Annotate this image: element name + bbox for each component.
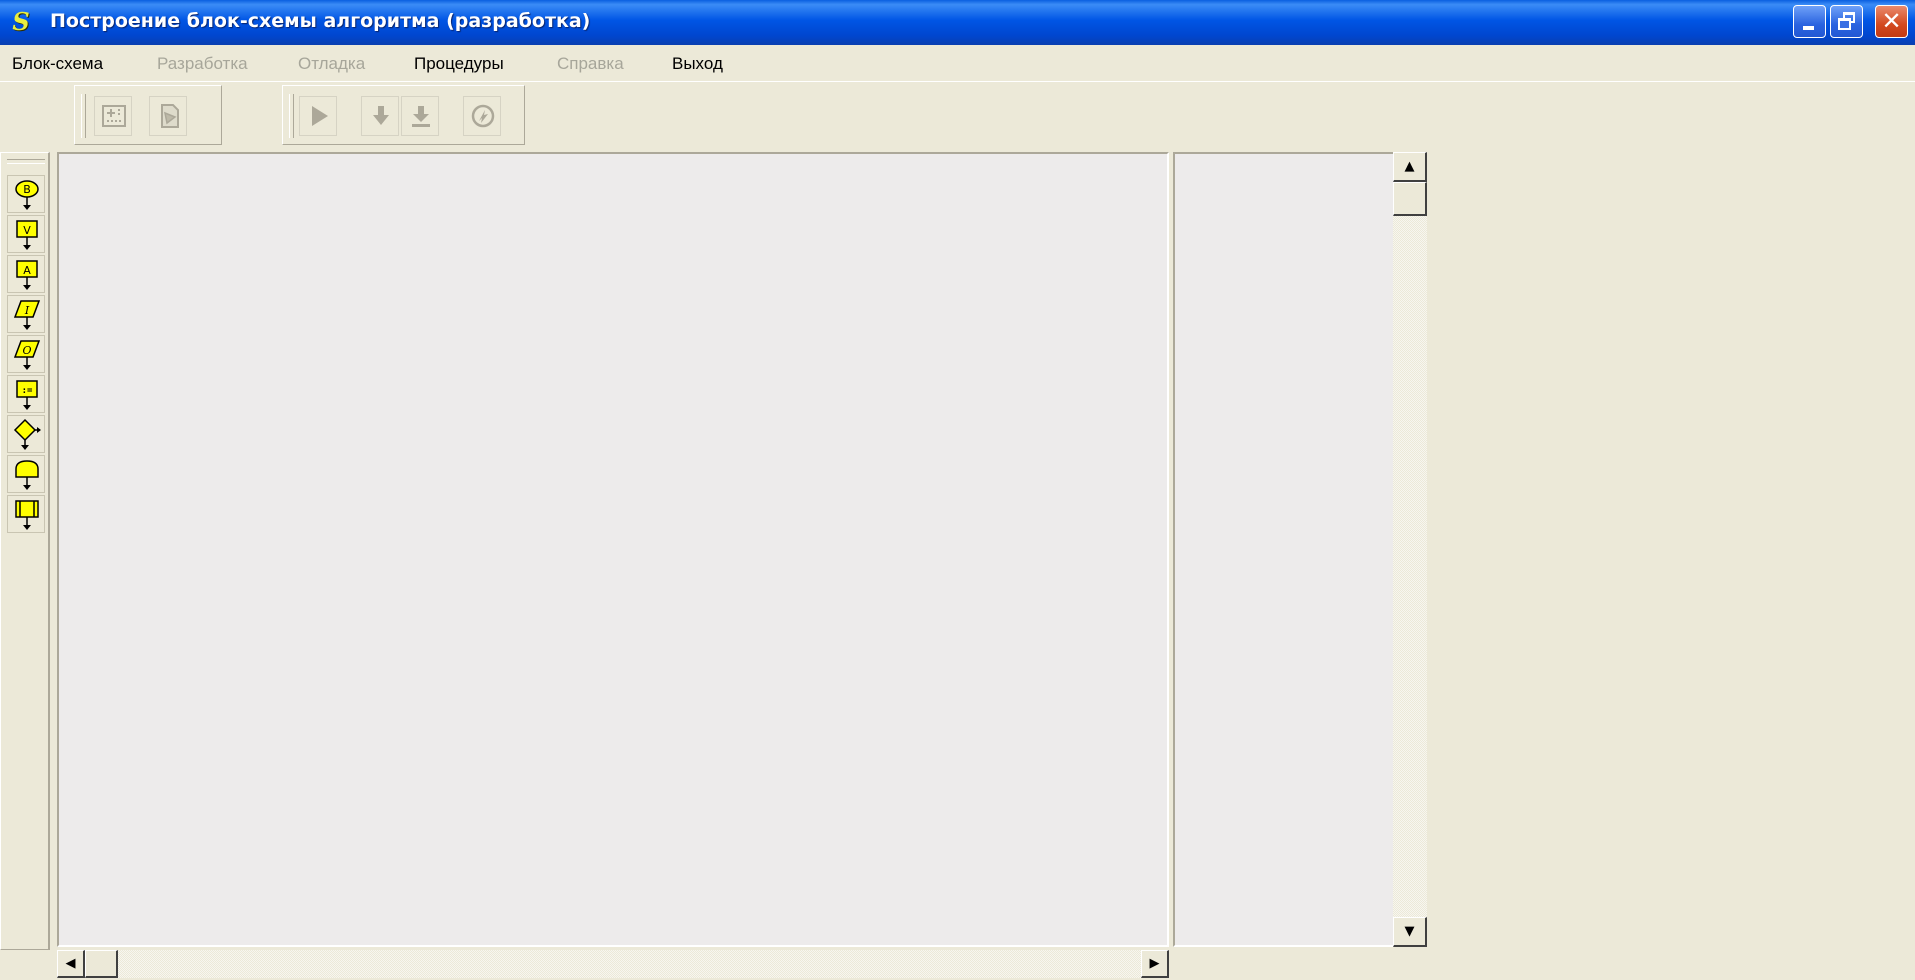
toolbar-group-debug: [282, 85, 525, 145]
vertical-scrollbar[interactable]: ▲ ▼: [1393, 152, 1427, 947]
document-button[interactable]: [149, 96, 187, 136]
input-block-button[interactable]: I: [7, 295, 45, 333]
step-over-icon: [412, 106, 430, 127]
scroll-up-icon: ▲: [1404, 159, 1415, 174]
run-icon: [312, 106, 328, 126]
minimize-button[interactable]: [1793, 5, 1826, 38]
toolbar-grip[interactable]: [81, 94, 86, 138]
close-button[interactable]: ✕: [1875, 5, 1908, 38]
stop-icon: [471, 104, 495, 128]
toolbar-grip[interactable]: [289, 94, 294, 138]
horizontal-scrollbar[interactable]: ◀ ▶: [57, 950, 1169, 978]
scroll-right-button[interactable]: ▶: [1141, 950, 1169, 978]
variables-block-icon: V: [16, 220, 38, 250]
menu-help[interactable]: Справка: [557, 54, 624, 74]
action-block-letter: A: [23, 264, 31, 277]
menu-debug[interactable]: Отладка: [298, 54, 365, 74]
scroll-left-icon: ◀: [65, 956, 76, 971]
scroll-left-button[interactable]: ◀: [57, 950, 85, 978]
scroll-down-icon: ▼: [1404, 924, 1415, 939]
assignment-block-letter: :=: [22, 386, 33, 396]
toolbar-group-edit: [74, 85, 222, 145]
procedure-block-button[interactable]: [7, 495, 45, 533]
window-title: Построение блок-схемы алгоритма (разрабо…: [50, 10, 591, 32]
assignment-block-button[interactable]: :=: [7, 375, 45, 413]
loop-block-icon: [15, 460, 39, 490]
input-block-icon: I: [13, 300, 41, 330]
run-button[interactable]: [299, 96, 337, 136]
output-block-letter: O: [22, 344, 31, 357]
variables-block-letter: V: [23, 224, 31, 237]
scroll-right-icon: ▶: [1149, 956, 1160, 971]
connect-lines-icon: [102, 105, 126, 127]
block-palette: B V A I O:=: [0, 152, 50, 950]
app-icon[interactable]: S: [8, 8, 34, 36]
variables-block-button[interactable]: V: [7, 215, 45, 253]
action-block-button[interactable]: A: [7, 255, 45, 293]
restore-icon-front: [1838, 18, 1851, 30]
input-block-letter: I: [24, 304, 30, 317]
procedure-block-icon: [15, 500, 39, 530]
menu-block-scheme[interactable]: Блок-схема: [12, 54, 103, 74]
decision-block-icon: [13, 418, 41, 450]
menu-exit[interactable]: Выход: [672, 54, 723, 74]
flowchart-canvas[interactable]: [57, 152, 1169, 947]
begin-block-letter: B: [23, 183, 31, 196]
output-block-button[interactable]: O: [7, 335, 45, 373]
close-icon: ✕: [1881, 7, 1902, 35]
horizontal-scroll-thumb[interactable]: [85, 950, 118, 978]
connect-lines-button[interactable]: [94, 96, 132, 136]
menu-procedures[interactable]: Процедуры: [414, 54, 504, 74]
action-block-icon: A: [16, 260, 38, 290]
menu-bar: Блок-схема Разработка Отладка Процедуры …: [0, 46, 1915, 82]
step-over-button[interactable]: [401, 96, 439, 136]
output-block-icon: O: [13, 340, 41, 370]
menu-development[interactable]: Разработка: [157, 54, 248, 74]
decision-block-button[interactable]: [7, 415, 45, 453]
properties-panel[interactable]: [1173, 152, 1395, 947]
scroll-down-button[interactable]: ▼: [1393, 917, 1427, 947]
stop-button[interactable]: [463, 96, 501, 136]
begin-block-icon: B: [15, 180, 39, 210]
title-bar[interactable]: S Построение блок-схемы алгоритма (разра…: [0, 0, 1915, 45]
minimize-icon: [1803, 26, 1814, 30]
document-icon: [161, 104, 179, 128]
assignment-block-icon: :=: [16, 380, 38, 410]
step-into-button[interactable]: [361, 96, 399, 136]
vertical-scroll-thumb[interactable]: [1393, 182, 1427, 216]
loop-block-button[interactable]: [7, 455, 45, 493]
step-into-icon: [373, 106, 389, 125]
palette-grip[interactable]: [7, 159, 45, 164]
begin-block-button[interactable]: B: [7, 175, 45, 213]
restore-button[interactable]: [1830, 5, 1863, 38]
scroll-up-button[interactable]: ▲: [1393, 152, 1427, 182]
